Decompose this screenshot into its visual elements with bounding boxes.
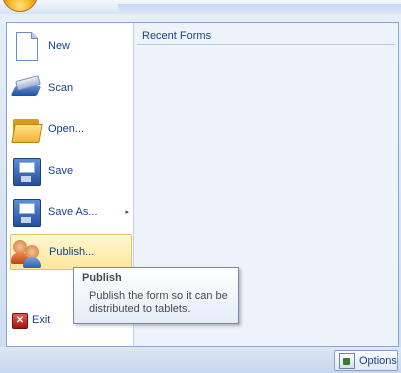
options-button[interactable]: Options xyxy=(334,350,398,371)
floppy-disk-icon xyxy=(10,155,42,187)
ribbon-band-strip xyxy=(118,4,401,12)
new-document-icon xyxy=(10,30,42,62)
menu-item-label: Publish... xyxy=(49,246,95,258)
menu-item-label: Save As... xyxy=(48,206,98,218)
menu-item-label: New xyxy=(48,40,71,52)
users-icon xyxy=(11,236,43,268)
exit-button[interactable]: ✕ Exit xyxy=(10,303,70,337)
menu-item-open[interactable]: Open... xyxy=(10,111,132,147)
menu-item-save-as[interactable]: Save As... ▸ xyxy=(10,194,132,230)
menu-item-label: Open... xyxy=(48,123,85,135)
menu-item-scan[interactable]: Scan xyxy=(10,70,132,106)
options-icon xyxy=(339,352,355,369)
submenu-arrow-icon: ▸ xyxy=(125,209,129,216)
title-band xyxy=(0,0,401,14)
recent-forms-header: Recent Forms xyxy=(142,30,212,42)
options-label: Options xyxy=(359,354,397,367)
exit-icon: ✕ xyxy=(10,304,42,336)
tooltip-description: Publish the form so it can be distribute… xyxy=(89,290,228,315)
floppy-disk-icon xyxy=(10,196,42,228)
menu-item-publish[interactable]: Publish... xyxy=(10,234,132,270)
menu-item-new[interactable]: New xyxy=(10,28,132,64)
menu-item-save[interactable]: Save xyxy=(10,153,132,189)
menu-item-label: Scan xyxy=(48,82,74,94)
tooltip-title: Publish xyxy=(82,272,122,284)
menu-item-label: Save xyxy=(48,165,74,177)
recent-forms-divider xyxy=(137,44,395,45)
publish-tooltip: Publish Publish the form so it can be di… xyxy=(73,267,239,324)
folder-icon xyxy=(10,113,43,145)
scanner-icon xyxy=(10,72,42,104)
